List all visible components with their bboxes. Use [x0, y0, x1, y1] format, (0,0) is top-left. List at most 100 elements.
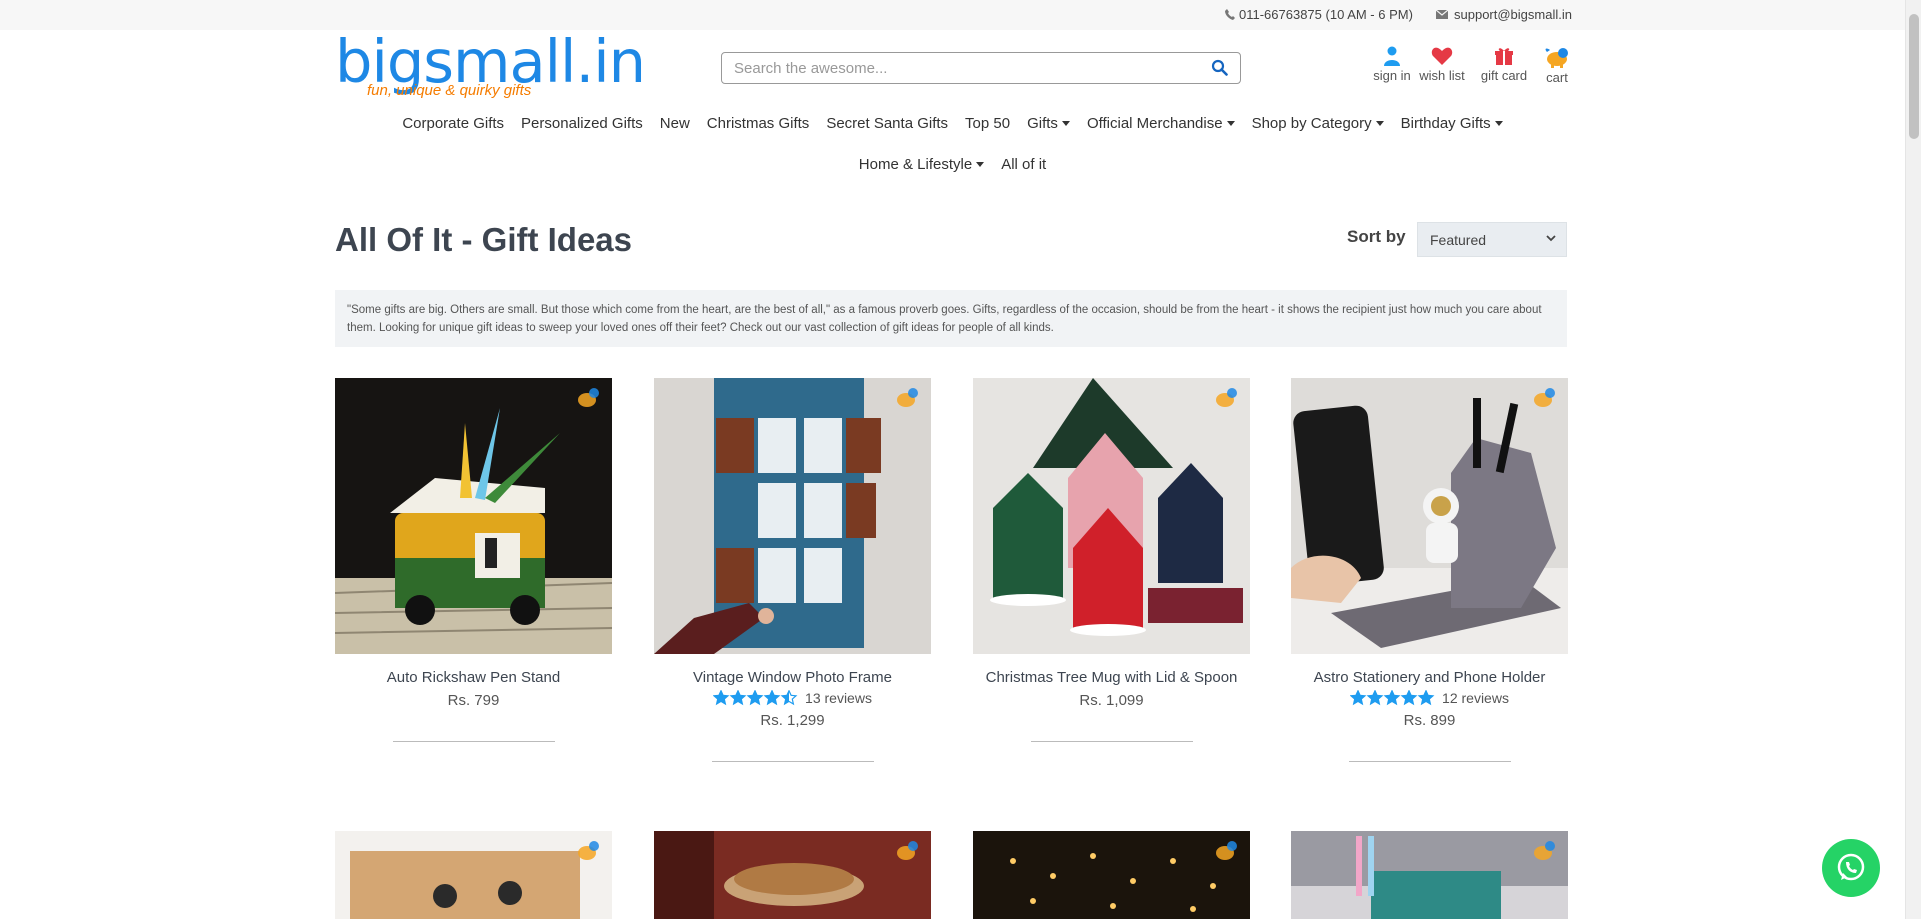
photo-frame-image	[335, 831, 612, 919]
product-name[interactable]: Christmas Tree Mug with Lid & Spoon	[973, 669, 1250, 686]
search-icon[interactable]	[1211, 59, 1228, 76]
heart-icon	[1431, 47, 1453, 65]
nav-label: Christmas Gifts	[706, 115, 810, 132]
collection-description: "Some gifts are big. Others are small. B…	[335, 290, 1567, 347]
brand-watermark-icon	[1216, 388, 1237, 407]
star-icon	[1417, 690, 1435, 706]
star-rating	[1350, 690, 1435, 706]
sort-value: Featured	[1430, 232, 1487, 248]
nav-secret-santa-gifts[interactable]: Secret Santa Gifts	[826, 115, 948, 132]
sign-in-link[interactable]: sign in	[1364, 46, 1420, 83]
product-image[interactable]	[1291, 831, 1568, 919]
product-image[interactable]	[973, 378, 1250, 654]
product-image[interactable]	[335, 831, 612, 919]
search-input[interactable]	[732, 55, 1192, 81]
brand-watermark-icon	[897, 388, 918, 407]
sort-select[interactable]: Featured	[1417, 222, 1567, 257]
product-card[interactable]	[335, 831, 612, 919]
sign-in-label: sign in	[1373, 68, 1411, 83]
caret-down-icon	[1494, 121, 1503, 126]
scrollbar-thumb[interactable]	[1909, 14, 1919, 139]
email-contact[interactable]: support@bigsmall.in	[1436, 7, 1572, 22]
phone-icon	[1225, 9, 1235, 20]
caret-down-icon	[1375, 121, 1384, 126]
star-icon	[1350, 690, 1367, 706]
cart-label: cart	[1546, 70, 1568, 85]
product-card[interactable]	[654, 831, 931, 919]
review-count: 12 reviews	[1442, 690, 1509, 706]
nav-label: New	[659, 115, 690, 132]
nav-label: Birthday Gifts	[1400, 115, 1491, 132]
card-divider	[392, 741, 555, 742]
chevron-down-icon	[1546, 235, 1556, 242]
product-image[interactable]	[1291, 378, 1568, 654]
nav-all-of-it[interactable]: All of it	[1001, 156, 1046, 173]
product-image[interactable]	[654, 378, 931, 654]
card-divider	[1348, 761, 1511, 762]
nav-label: Home & Lifestyle	[858, 156, 973, 173]
nav-corporate-gifts[interactable]: Corporate Gifts	[402, 115, 504, 132]
gift-card-label: gift card	[1480, 68, 1528, 83]
product-image[interactable]	[654, 831, 931, 919]
product-image[interactable]	[973, 831, 1250, 919]
phone-text: 011-66763875 (10 AM - 6 PM)	[1239, 7, 1413, 22]
brand-watermark-icon	[1216, 841, 1237, 860]
product-rating[interactable]: 13 reviews	[654, 690, 931, 706]
star-icon	[1400, 690, 1418, 706]
cake-stand-image	[654, 831, 931, 919]
product-card[interactable]: Astro Stationery and Phone Holder 12 rev…	[1291, 378, 1568, 762]
star-icon	[1366, 690, 1384, 706]
nav-personalized-gifts[interactable]: Personalized Gifts	[521, 115, 643, 132]
whatsapp-icon	[1837, 853, 1865, 881]
nav-top-50[interactable]: Top 50	[965, 115, 1010, 132]
cart-link[interactable]: cart	[1537, 46, 1577, 85]
nav-birthday-gifts[interactable]: Birthday Gifts	[1401, 115, 1503, 132]
review-count: 13 reviews	[805, 690, 872, 706]
nav-official-merchandise[interactable]: Official Merchandise	[1087, 115, 1235, 132]
nav-new[interactable]: New	[660, 115, 690, 132]
product-name[interactable]: Vintage Window Photo Frame	[654, 669, 931, 686]
sort-label: Sort by	[1347, 227, 1406, 246]
christmas-mug-image	[973, 378, 1250, 654]
product-card[interactable]: Auto Rickshaw Pen Stand Rs. 799	[335, 378, 612, 742]
nav-home-lifestyle[interactable]: Home & Lifestyle	[858, 156, 985, 173]
nav-christmas-gifts[interactable]: Christmas Gifts	[707, 115, 810, 132]
wish-list-link[interactable]: wish list	[1414, 46, 1470, 83]
product-name[interactable]: Auto Rickshaw Pen Stand	[335, 669, 612, 686]
brand-watermark-icon	[1534, 388, 1555, 407]
product-rating[interactable]: 12 reviews	[1291, 690, 1568, 706]
nav-shop-by-category[interactable]: Shop by Category	[1252, 115, 1384, 132]
main-nav: Corporate Gifts Personalized Gifts New C…	[0, 115, 1905, 132]
top-info-bar: 011-66763875 (10 AM - 6 PM) support@bigs…	[0, 0, 1905, 30]
star-rating	[713, 690, 798, 706]
wish-list-label: wish list	[1419, 68, 1465, 83]
product-card[interactable]	[1291, 831, 1568, 919]
nav-label: Corporate Gifts	[402, 115, 505, 132]
star-icon	[780, 690, 798, 706]
brand-watermark-icon	[897, 841, 918, 860]
gift-icon	[1495, 48, 1513, 65]
brand-watermark-icon	[1534, 841, 1555, 860]
site-logo[interactable]: bigsmall.in fun, unique & quirky gifts	[335, 32, 646, 100]
product-price: Rs. 799	[447, 692, 500, 709]
nav-gifts[interactable]: Gifts	[1027, 115, 1070, 132]
nav-label: Personalized Gifts	[521, 115, 643, 132]
phone-contact[interactable]: 011-66763875 (10 AM - 6 PM)	[1225, 7, 1413, 22]
star-icon	[729, 690, 747, 706]
search-box[interactable]	[721, 52, 1241, 84]
whatsapp-chat-button[interactable]	[1822, 839, 1880, 897]
product-card[interactable]: Christmas Tree Mug with Lid & Spoon Rs. …	[973, 378, 1250, 742]
product-card[interactable]: Vintage Window Photo Frame 13 reviews Rs…	[654, 378, 931, 762]
gift-card-link[interactable]: gift card	[1475, 46, 1533, 83]
page-scrollbar[interactable]	[1905, 0, 1921, 919]
fairy-lights-image	[973, 831, 1250, 919]
caret-down-icon	[1061, 121, 1070, 126]
card-divider	[711, 761, 874, 762]
product-image[interactable]	[335, 378, 612, 654]
product-name[interactable]: Astro Stationery and Phone Holder	[1291, 669, 1568, 686]
caret-down-icon	[976, 162, 985, 167]
nav-label: Secret Santa Gifts	[826, 115, 949, 132]
product-price: Rs. 1,099	[1079, 692, 1144, 709]
star-icon	[746, 690, 764, 706]
product-card[interactable]	[973, 831, 1250, 919]
